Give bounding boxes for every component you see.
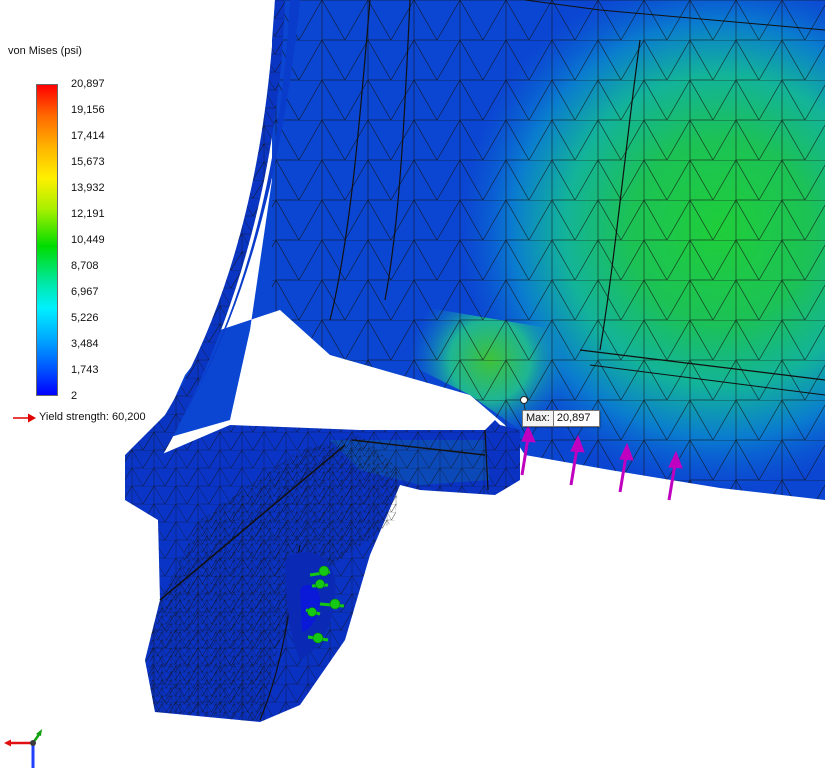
legend-tick: 1,743 <box>71 364 99 376</box>
max-probe-value: 20,897 <box>556 412 591 424</box>
legend-tick: 12,191 <box>71 208 105 220</box>
legend-tick: 20,897 <box>71 78 105 90</box>
legend-tick: 3,484 <box>71 338 99 350</box>
legend-tick: 5,226 <box>71 312 99 324</box>
yield-arrow-icon <box>13 413 36 423</box>
legend-tick: 10,449 <box>71 234 105 246</box>
yield-strength-label: Yield strength: 60,200 <box>39 411 146 423</box>
legend-title: von Mises (psi) <box>8 45 82 57</box>
legend-tick: 15,673 <box>71 156 105 168</box>
legend-tick: 8,708 <box>71 260 99 272</box>
legend-tick: 17,414 <box>71 130 105 142</box>
legend-color-bar <box>36 84 58 396</box>
legend-tick: 19,156 <box>71 104 105 116</box>
max-probe-callout[interactable]: Max: 20,897 <box>522 410 600 427</box>
legend-tick: 13,932 <box>71 182 105 194</box>
model-viewport[interactable] <box>0 0 825 771</box>
legend-tick: 6,967 <box>71 286 99 298</box>
coordinate-triad-icon <box>4 729 42 768</box>
max-probe-label: Max: <box>523 411 554 426</box>
legend-tick: 2 <box>71 390 78 402</box>
